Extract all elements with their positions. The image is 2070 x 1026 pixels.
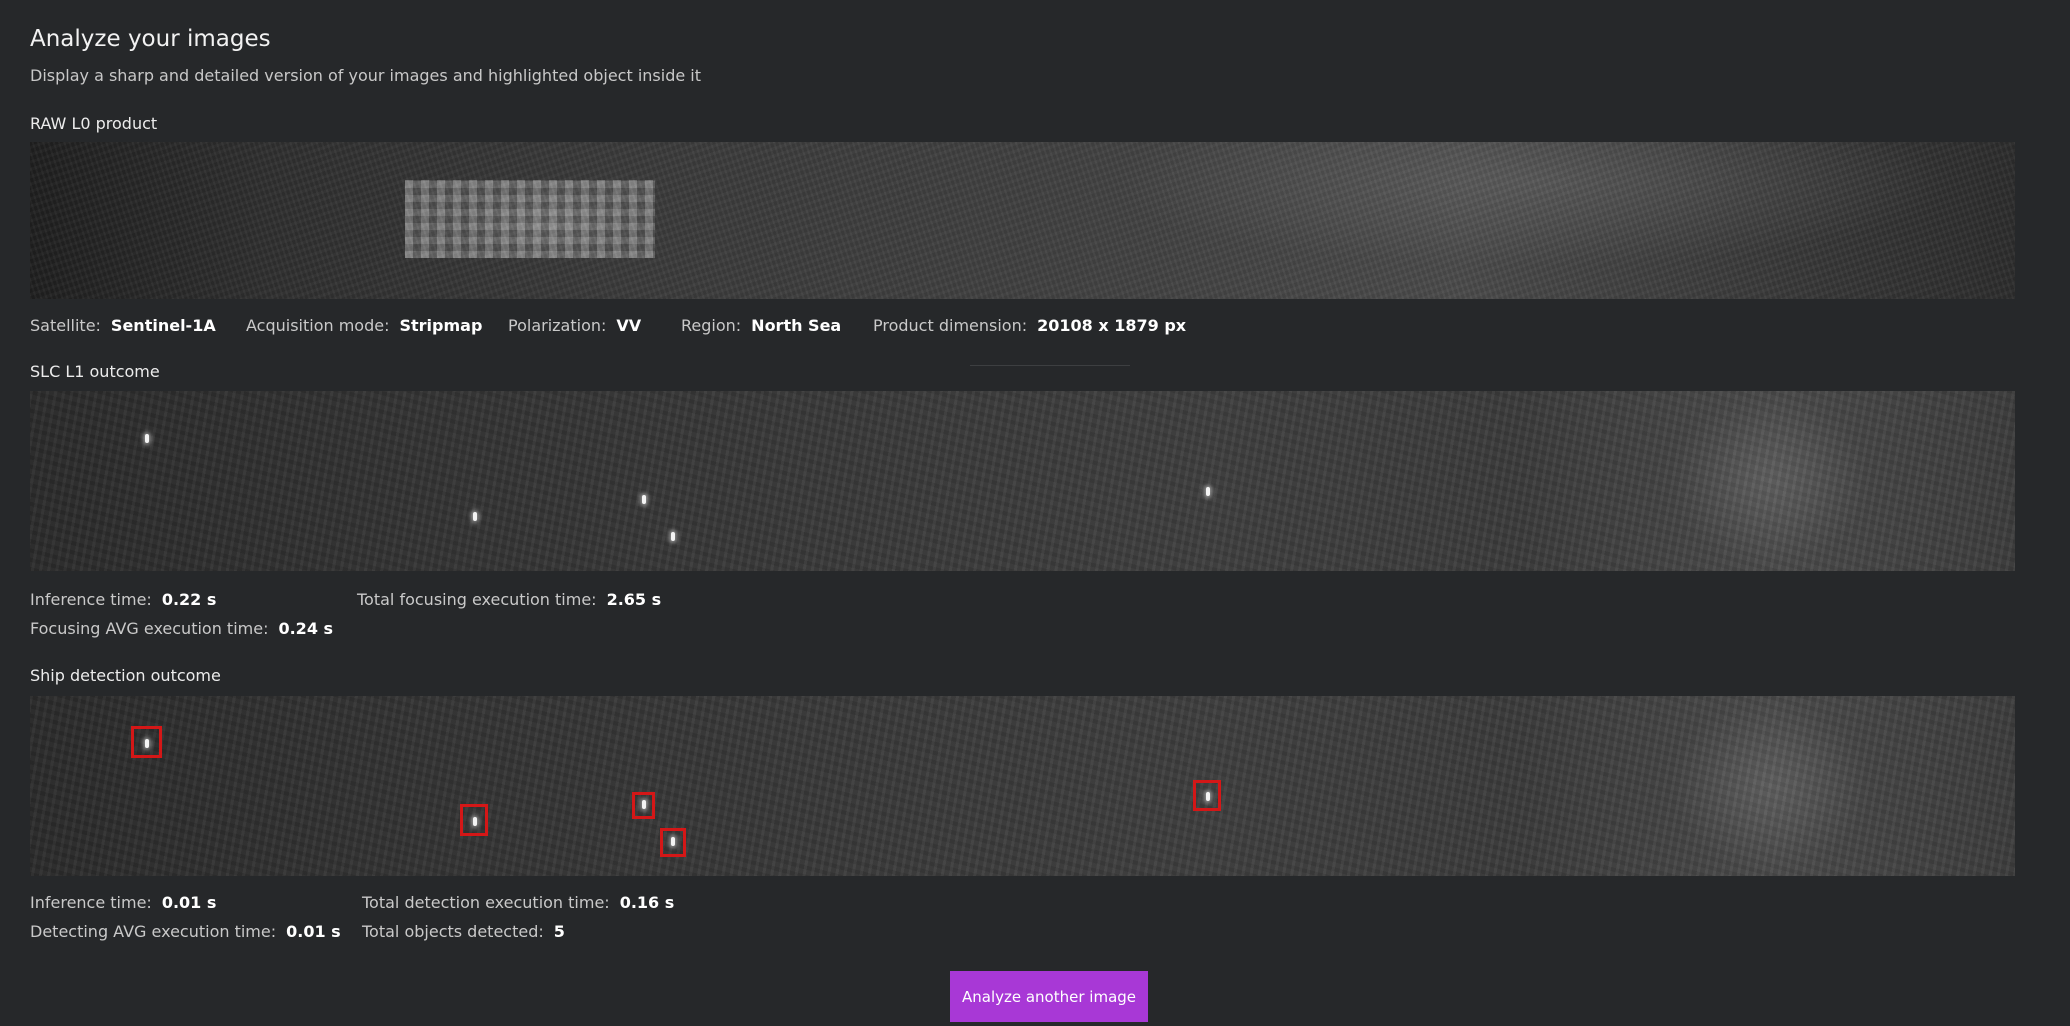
product-dimension-meta: Product dimension: 20108 x 1879 px [873, 316, 1187, 335]
detection-box-3 [632, 792, 655, 819]
total-objects-detected-value: 5 [553, 922, 565, 941]
detection-metadata-row-2: Detecting AVG execution time: 0.01 s Tota… [30, 922, 1030, 944]
raw-product-image [30, 142, 2015, 299]
detecting-avg-time-value: 0.01 s [286, 922, 341, 941]
raw-noise-texture [30, 142, 2015, 299]
satellite-meta: Satellite: Sentinel-1A [30, 316, 216, 335]
raw-metadata-row: Satellite: Sentinel-1A Acquisition mode: S… [30, 316, 2015, 338]
page-subtitle: Display a sharp and detailed version of … [30, 66, 701, 85]
raw-section-label: RAW L0 product [30, 114, 158, 133]
product-dimension-value: 20108 x 1879 px [1037, 316, 1187, 335]
total-objects-detected-meta: Total objects detected: 5 [362, 922, 565, 941]
total-detection-time-meta: Total detection execution time: 0.16 s [362, 893, 675, 912]
page-title: Analyze your images [30, 26, 271, 52]
section-divider [970, 365, 1130, 366]
ship-3 [642, 495, 646, 504]
detection-metadata-row-1: Inference time: 0.01 s Total detection ex… [30, 893, 1030, 915]
region-value: North Sea [751, 316, 842, 335]
slc-outcome-image [30, 391, 2015, 571]
acquisition-mode-value: Stripmap [399, 316, 483, 335]
satellite-value: Sentinel-1A [110, 316, 216, 335]
region-meta: Region: North Sea [681, 316, 842, 335]
detecting-avg-time-meta: Detecting AVG execution time: 0.01 s [30, 922, 341, 941]
polarization-meta: Polarization: VV [508, 316, 642, 335]
detection-box-1 [131, 726, 162, 758]
detection-sea-texture [30, 696, 2015, 876]
focusing-avg-time-meta: Focusing AVG execution time: 0.24 s [30, 619, 334, 638]
polarization-value: VV [616, 316, 642, 335]
total-detection-time-value: 0.16 s [619, 893, 675, 912]
total-focusing-time-value: 2.65 s [606, 590, 662, 609]
detection-box-5 [1193, 780, 1221, 811]
slc-metadata-row-1: Inference time: 0.22 s Total focusing exe… [30, 590, 1030, 612]
ship-4 [671, 532, 675, 541]
ship-1 [145, 434, 149, 443]
analyze-page: Analyze your images Display a sharp and … [0, 0, 2070, 1026]
slc-section-label: SLC L1 outcome [30, 362, 160, 381]
slc-metadata-row-2: Focusing AVG execution time: 0.24 s [30, 619, 333, 638]
detection-section-label: Ship detection outcome [30, 666, 221, 685]
analyze-another-image-button[interactable]: Analyze another image [950, 971, 1148, 1022]
detection-inference-time-meta: Inference time: 0.01 s [30, 893, 217, 912]
detection-box-2 [460, 804, 488, 836]
detection-outcome-image [30, 696, 2015, 876]
total-focusing-time-meta: Total focusing execution time: 2.65 s [357, 590, 662, 609]
slc-sea-texture [30, 391, 2015, 571]
slc-inference-time-value: 0.22 s [161, 590, 217, 609]
detection-inference-time-value: 0.01 s [161, 893, 217, 912]
detection-box-4 [660, 828, 686, 857]
ship-2 [473, 512, 477, 521]
focusing-avg-time-value: 0.24 s [278, 619, 334, 638]
slc-inference-time-meta: Inference time: 0.22 s [30, 590, 217, 609]
ship-5 [1206, 487, 1210, 496]
acquisition-mode-meta: Acquisition mode: Stripmap [246, 316, 483, 335]
